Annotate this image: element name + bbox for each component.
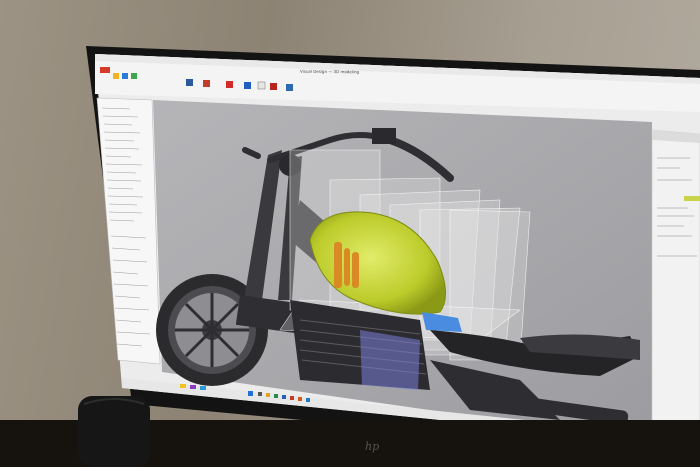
monitor: Visual Design — 3D modeling hp: [0, 0, 700, 467]
properties-panel[interactable]: [651, 129, 700, 431]
speaker-icon: [78, 396, 150, 467]
color-swatch[interactable]: [684, 196, 700, 201]
windows-start-icon: [248, 391, 253, 396]
monitor-brand-logo: hp: [365, 440, 380, 453]
window-title: Visual Design — 3D modeling: [299, 68, 360, 75]
feature-tree-panel[interactable]: [96, 97, 161, 365]
